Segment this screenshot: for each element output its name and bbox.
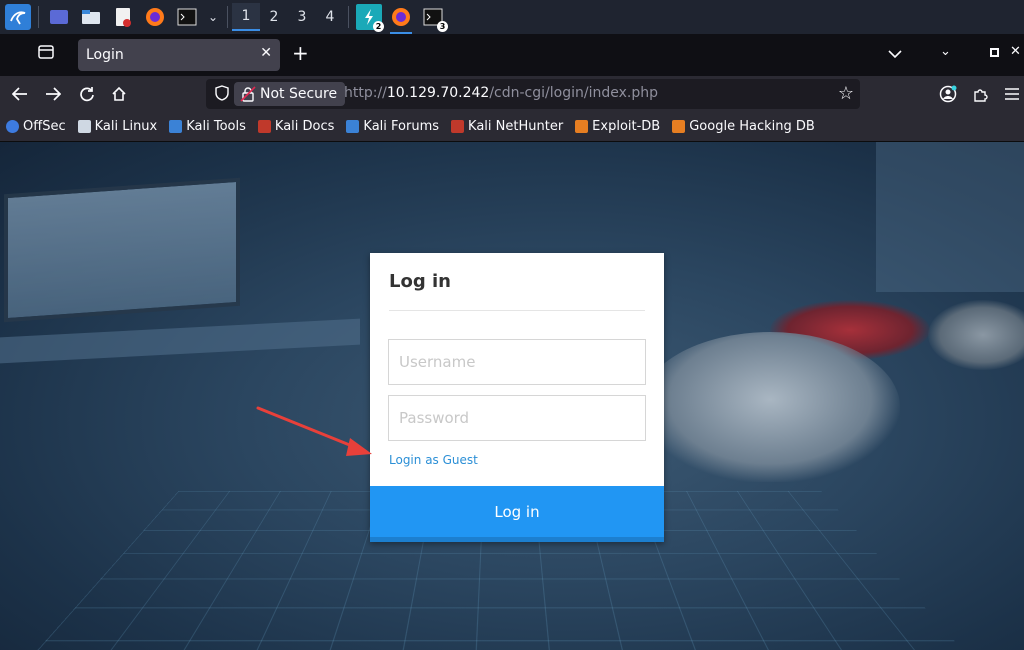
file-manager-icon[interactable] (78, 4, 104, 30)
close-icon[interactable]: ✕ (260, 45, 272, 61)
username-field[interactable] (388, 339, 646, 385)
bookmark-kali-forums[interactable]: Kali Forums (346, 119, 439, 134)
bookmark-label: Kali Linux (94, 119, 158, 134)
extensions-icon[interactable] (970, 84, 990, 104)
back-arrow-icon[interactable] (10, 84, 30, 104)
bookmark-label: Kali Forums (363, 119, 440, 134)
background-silver-car (640, 332, 900, 482)
offsec-icon (6, 120, 19, 133)
browser-navbar: Not Secure http://10.129.70.242/cdn-cgi/… (0, 76, 1024, 112)
kali-tools-icon (169, 120, 183, 133)
firefox-launcher-icon[interactable] (142, 4, 168, 30)
menu-icon[interactable] (1002, 84, 1022, 104)
workspace-1[interactable]: 1 (232, 3, 260, 31)
url-path: /cdn-cgi/login/index.php (489, 85, 658, 101)
workspace-2[interactable]: 2 (260, 3, 288, 31)
firefox-window-icon[interactable] (388, 4, 414, 34)
bookmarks-toolbar: OffSec Kali Linux Kali Tools Kali Docs K… (0, 112, 1024, 142)
window-count-badge: 3 (437, 21, 448, 32)
login-as-guest-link[interactable]: Login as Guest (389, 453, 478, 467)
login-button[interactable]: Log in (370, 486, 664, 542)
background-shelf (0, 318, 360, 364)
workspace-3[interactable]: 3 (288, 3, 316, 31)
bookmark-star-icon[interactable]: ☆ (838, 83, 854, 104)
account-icon[interactable] (938, 84, 958, 104)
bookmark-kali-docs[interactable]: Kali Docs (257, 119, 335, 134)
bookmark-google-hacking-db[interactable]: Google Hacking DB (672, 119, 815, 134)
maximize-icon[interactable] (990, 46, 999, 61)
login-form: Log in Login as Guest Log in (370, 253, 664, 542)
login-divider (389, 310, 645, 311)
tab-title: Login (86, 47, 124, 63)
kali-docs-icon (257, 120, 271, 133)
background-display-screen (4, 177, 240, 323)
text-editor-icon[interactable] (110, 4, 136, 30)
tab-login[interactable]: Login ✕ (78, 39, 280, 71)
forward-arrow-icon[interactable] (43, 84, 63, 104)
taskbar-separator (38, 6, 39, 28)
shield-icon[interactable] (215, 85, 229, 105)
background-wall (876, 142, 1024, 292)
nethunter-icon (451, 120, 465, 133)
url-text[interactable]: http://10.129.70.242/cdn-cgi/login/index… (344, 85, 658, 101)
show-desktop-icon[interactable] (46, 4, 72, 30)
home-icon[interactable] (109, 84, 129, 104)
url-bar[interactable]: Not Secure http://10.129.70.242/cdn-cgi/… (206, 79, 860, 109)
minimize-icon[interactable]: ⌄ (940, 44, 951, 59)
exploit-db-icon (575, 120, 589, 133)
annotation-arrow-icon (256, 406, 372, 456)
workspace-4[interactable]: 4 (316, 3, 344, 31)
bookmark-kali-linux[interactable]: Kali Linux (77, 119, 158, 134)
terminal-window-icon[interactable]: 3 (420, 4, 448, 32)
login-heading: Log in (389, 271, 451, 292)
bookmark-kali-tools[interactable]: Kali Tools (169, 119, 246, 134)
chevron-down-icon[interactable]: ⌄ (206, 4, 220, 30)
burp-window-icon[interactable]: 2 (356, 4, 384, 32)
new-tab-icon[interactable]: + (292, 43, 309, 63)
terminal-launcher-icon[interactable] (174, 4, 200, 30)
bookmark-label: Kali Docs (274, 119, 335, 134)
system-taskbar: ⌄ 1 2 3 4 2 3 (0, 0, 1024, 34)
browser-tab-bar: Login ✕ + ⌄ ✕ (0, 34, 1024, 76)
chevron-down-icon[interactable] (888, 44, 902, 63)
bookmark-label: Exploit-DB (592, 119, 661, 134)
not-secure-badge[interactable]: Not Secure (234, 82, 346, 106)
bookmark-kali-nethunter[interactable]: Kali NetHunter (451, 119, 563, 134)
insecure-lock-icon (240, 86, 256, 102)
page-viewport: Log in Login as Guest Log in (0, 142, 1024, 650)
ghdb-icon (672, 120, 686, 133)
url-host: 10.129.70.242 (386, 85, 490, 101)
taskbar-separator (227, 6, 228, 28)
bookmark-offsec[interactable]: OffSec (6, 119, 66, 134)
url-prefix: http:// (344, 85, 387, 101)
bookmark-label: Google Hacking DB (689, 119, 815, 134)
taskbar-separator (348, 6, 349, 28)
kali-dragon-icon (77, 120, 91, 133)
bookmark-label: Kali Tools (186, 119, 246, 134)
bookmark-label: OffSec (23, 119, 66, 134)
not-secure-label: Not Secure (260, 86, 338, 102)
window-count-badge: 2 (373, 21, 384, 32)
close-window-icon[interactable]: ✕ (1010, 44, 1021, 59)
reload-icon[interactable] (77, 84, 97, 104)
bookmark-label: Kali NetHunter (468, 119, 564, 134)
firefox-view-icon[interactable] (37, 43, 55, 65)
password-field[interactable] (388, 395, 646, 441)
kali-forums-icon (346, 120, 360, 133)
bookmark-exploit-db[interactable]: Exploit-DB (575, 119, 660, 134)
kali-menu-icon[interactable] (5, 4, 31, 30)
background-grey-car (928, 300, 1024, 370)
